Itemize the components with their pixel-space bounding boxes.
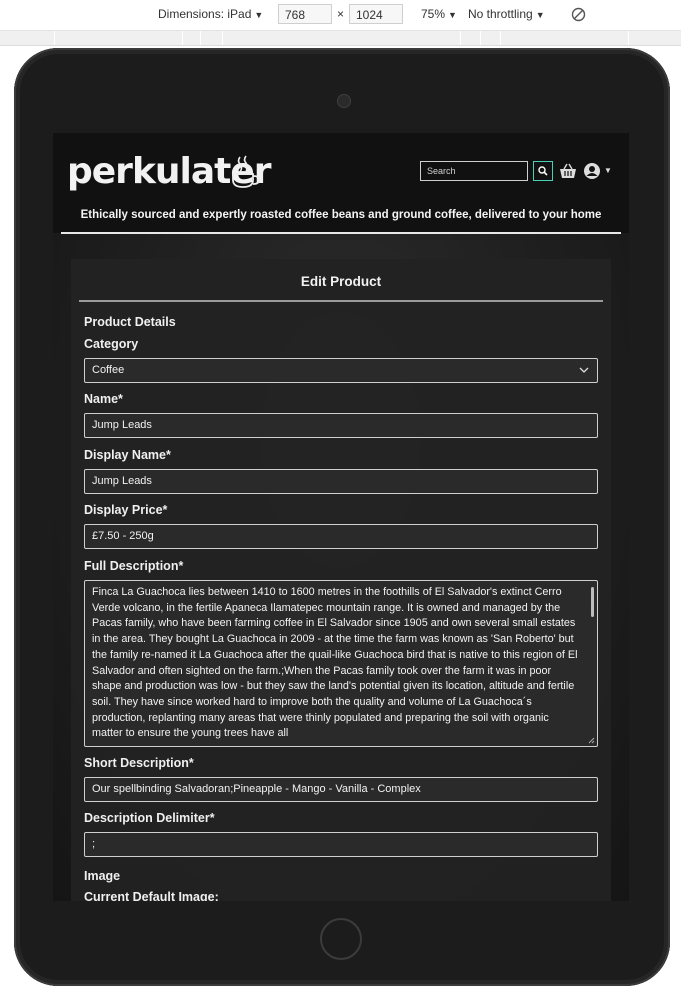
rotate-icon[interactable] — [571, 7, 586, 22]
device-screen: perkulater Search ▼ Ethically sourced an… — [53, 133, 629, 901]
search-input[interactable] — [420, 161, 528, 181]
zoom-label: 75% — [421, 7, 446, 21]
edit-product-card: Edit Product Product Details Category Co… — [71, 259, 611, 901]
category-select-value: Coffee — [92, 364, 125, 376]
device-selector-label: Dimensions: iPad — [158, 7, 252, 21]
coffee-cup-icon — [232, 155, 260, 188]
throttling-label: No throttling — [468, 7, 533, 21]
camera-icon — [337, 94, 351, 108]
device-caret-icon: ▼ — [254, 10, 264, 20]
site-header: perkulater Search ▼ Ethically sourced an… — [53, 133, 629, 233]
account-caret-icon[interactable]: ▼ — [604, 166, 612, 175]
chevron-down-icon — [579, 367, 589, 373]
media-query-ruler — [0, 31, 681, 46]
dimension-separator: × — [337, 7, 345, 21]
resize-handle-icon[interactable] — [588, 737, 595, 744]
full-description-text: Finca La Guachoca lies between 1410 to 1… — [92, 586, 578, 740]
home-button[interactable] — [320, 918, 362, 960]
zoom-caret-icon: ▼ — [448, 10, 457, 20]
product-details-heading: Product Details — [84, 315, 176, 329]
width-input[interactable]: 768 — [278, 4, 332, 24]
display-name-input[interactable]: Jump Leads — [84, 469, 598, 494]
height-input[interactable]: 1024 — [349, 4, 403, 24]
full-description-label: Full Description* — [84, 559, 184, 573]
textarea-scrollbar[interactable] — [591, 587, 594, 617]
devtools-toolbar: Dimensions: iPad ▼ 768 × 1024 75% ▼ No thr… — [0, 0, 681, 31]
zoom-selector[interactable]: 75% ▼ — [421, 7, 457, 21]
search-button[interactable] — [533, 161, 553, 181]
title-divider — [79, 300, 603, 302]
image-heading: Image — [84, 869, 121, 883]
search-icon — [538, 166, 548, 176]
display-price-label: Display Price* — [84, 503, 168, 517]
throttling-selector[interactable]: No throttling ▼ — [468, 7, 545, 21]
account-icon[interactable] — [583, 162, 601, 180]
category-label: Category — [84, 337, 139, 351]
site-tagline: Ethically sourced and expertly roasted c… — [80, 209, 602, 221]
short-description-input[interactable]: Our spellbinding Salvadoran;Pineapple - … — [84, 777, 598, 802]
short-description-label: Short Description* — [84, 756, 194, 770]
display-price-input[interactable]: £7.50 - 250g — [84, 524, 598, 549]
page-title: Edit Product — [300, 274, 382, 289]
current-image-label: Current Default Image: — [84, 890, 219, 901]
ipad-device-frame: perkulater Search ▼ Ethically sourced an… — [14, 48, 670, 986]
device-selector[interactable]: Dimensions: iPad ▼ — [158, 7, 263, 21]
full-description-textarea[interactable]: Finca La Guachoca lies between 1410 to 1… — [84, 580, 598, 747]
display-name-label: Display Name* — [84, 448, 171, 462]
delimiter-label: Description Delimiter* — [84, 811, 215, 825]
header-divider — [61, 232, 621, 234]
throttling-caret-icon: ▼ — [535, 10, 545, 20]
delimiter-input[interactable]: ; — [84, 832, 598, 857]
name-input[interactable]: Jump Leads — [84, 413, 598, 438]
basket-icon[interactable] — [559, 162, 577, 180]
name-label: Name* — [84, 392, 123, 406]
category-select[interactable]: Coffee — [84, 358, 598, 383]
